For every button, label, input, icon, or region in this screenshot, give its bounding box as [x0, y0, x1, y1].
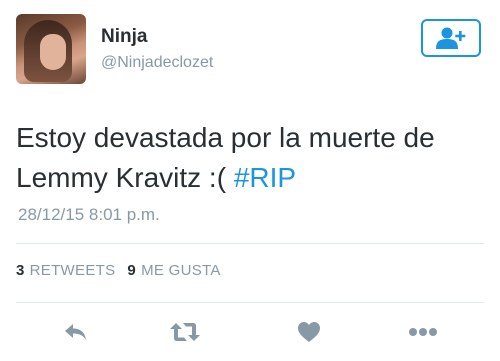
reply-icon: [65, 324, 86, 340]
like-button[interactable]: [289, 317, 329, 347]
divider: [16, 243, 484, 244]
more-button[interactable]: [403, 317, 443, 347]
retweet-stat[interactable]: 3 RETWEETS: [16, 262, 115, 279]
avatar[interactable]: [16, 14, 86, 84]
retweet-icon: [170, 323, 200, 341]
tweet-text: Estoy devastada por la muerte de Lemmy K…: [16, 118, 476, 198]
tweet-timestamp[interactable]: 28/12/15 8:01 p.m.: [18, 205, 160, 225]
user-handle[interactable]: @Ninjadeclozet: [101, 54, 213, 72]
tweet-body: Estoy devastada por la muerte de Lemmy K…: [16, 122, 435, 193]
retweets-label: RETWEETS: [29, 262, 116, 279]
divider: [16, 302, 484, 303]
retweets-count: 3: [16, 262, 25, 279]
likes-stat[interactable]: 9 ME GUSTA: [127, 262, 220, 279]
follow-button[interactable]: [421, 19, 481, 57]
likes-label: ME GUSTA: [141, 262, 221, 279]
hashtag-link[interactable]: #RIP: [234, 162, 296, 193]
tweet-stats: 3 RETWEETS 9 ME GUSTA: [16, 262, 221, 279]
reply-button[interactable]: [56, 317, 96, 347]
display-name[interactable]: Ninja: [101, 26, 147, 48]
avatar-face: [40, 34, 66, 70]
follow-user-icon: [436, 27, 466, 49]
retweet-button[interactable]: [165, 317, 205, 347]
more-icon: [409, 328, 437, 336]
heart-icon: [298, 322, 320, 342]
likes-count: 9: [127, 262, 137, 279]
